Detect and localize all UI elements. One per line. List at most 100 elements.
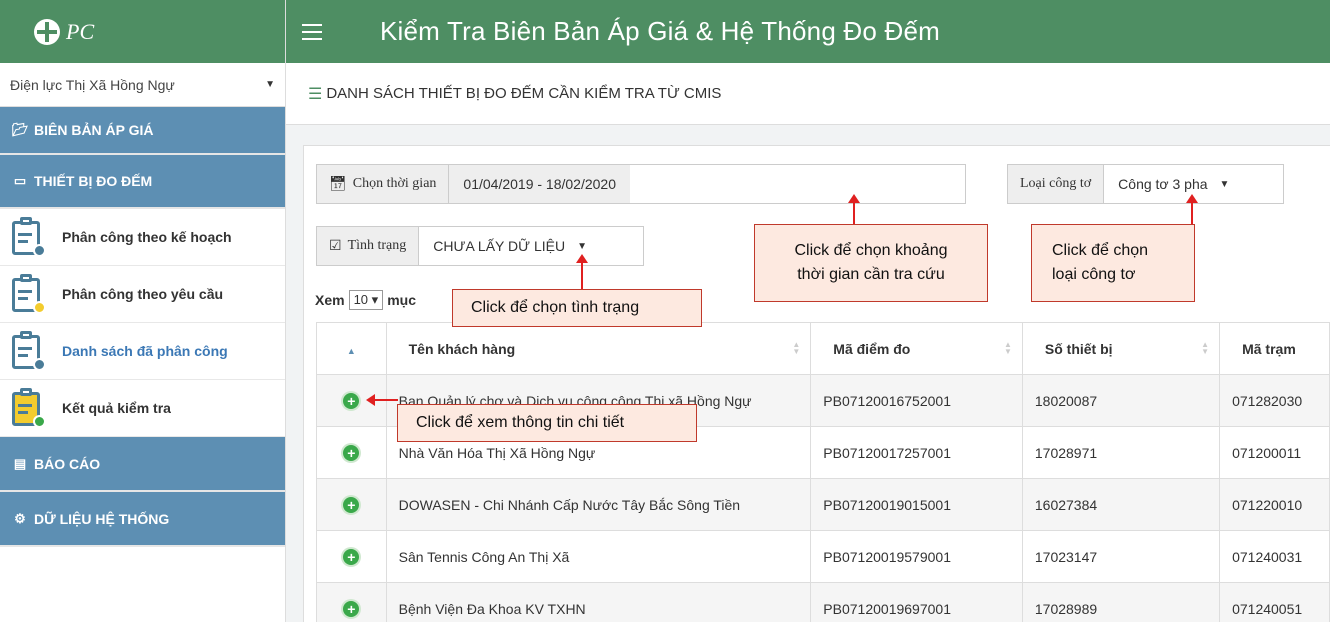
sidebar-item-ket-qua-kiem-tra[interactable]: Kết quả kiểm tra (0, 380, 285, 437)
sidebar-section-thiet-bi-do-dem[interactable]: ▭ THIẾT BỊ ĐO ĐẾM (0, 155, 285, 209)
expand-plus-icon[interactable]: + (343, 548, 360, 565)
calendar-icon: 📅︎ (329, 176, 347, 192)
sort-icon: ▲ ▼ (1201, 340, 1210, 356)
expand-plus-icon[interactable]: + (343, 496, 360, 513)
meter-type-value: Công tơ 3 pha ▼ (1104, 165, 1244, 203)
list-alt-icon: ▤ (13, 455, 27, 471)
meter-table: ▲ Tên khách hàng ▲ ▼ Mã điểm đo ▲ ▼ Số thiết… (316, 322, 1330, 622)
column-header-label: Mã điểm đo (833, 340, 911, 357)
callout-meter-text-2: loại công tơ (1052, 266, 1136, 283)
sidebar-section-label: DỮ LIỆU HỆ THỐNG (34, 510, 170, 527)
meter-type-value-text: Công tơ 3 pha (1118, 176, 1208, 192)
customer-name-cell: Sân Tennis Công An Thị Xã (385, 530, 812, 583)
time-range-picker[interactable]: 📅︎ Chọn thời gian 01/04/2019 - 18/02/202… (316, 164, 966, 204)
station-cell: 071220010 (1219, 478, 1330, 531)
laptop-icon: ▭ (13, 173, 27, 188)
station-cell: 071240031 (1219, 530, 1330, 583)
arrow-up-icon (848, 194, 860, 224)
sidebar-item-label: Phân công theo kế hoạch (62, 229, 232, 245)
clipboard-user-icon (10, 274, 46, 314)
sort-icon: ▲ ▼ (792, 340, 801, 356)
column-header-expand[interactable]: ▲ (316, 322, 387, 375)
column-header-label: Mã trạm (1242, 340, 1296, 357)
arrow-up-icon (1186, 194, 1198, 224)
unit-select[interactable]: Điện lực Thị Xã Hồng Ngự ▼ (0, 63, 285, 107)
meter-point-cell: PB07120016752001 (810, 374, 1023, 427)
entries-per-page: Xem 10 ▾ mục (315, 290, 416, 310)
callout-meter-text-1: Click để chọn (1052, 242, 1149, 259)
time-range-value: 01/04/2019 - 18/02/2020 (449, 165, 630, 203)
meter-type-select[interactable]: Loại công tơ Công tơ 3 pha ▼ (1007, 164, 1284, 204)
brand-name: PC (66, 18, 95, 44)
status-label: ☑ Tình trạng (317, 227, 420, 265)
expand-cell[interactable]: + (316, 478, 387, 531)
expand-cell[interactable]: + (316, 530, 387, 583)
expand-cell[interactable]: + (316, 426, 387, 479)
hamburger-menu-icon[interactable] (302, 23, 322, 40)
list-icon: ☰ (308, 85, 323, 103)
sidebar-item-label: Kết quả kiểm tra (62, 400, 171, 416)
callout-meter-type: Click để chọn loại công tơ (1031, 224, 1195, 302)
meter-point-cell: PB07120019015001 (810, 478, 1023, 531)
time-range-label: 📅︎ Chọn thời gian (317, 165, 450, 203)
device-no-cell: 18020087 (1021, 374, 1221, 427)
section-heading: ☰ DANH SÁCH THIẾT BỊ ĐO ĐẾM CẦN KIỂM TRA… (286, 63, 1330, 125)
sidebar-section-label: BIÊN BẢN ÁP GIÁ (34, 122, 154, 138)
table-row[interactable]: + DOWASEN - Chi Nhánh Cấp Nước Tây Bắc S… (316, 478, 1330, 531)
status-value-text: CHƯA LẤY DỮ LIỆU (433, 238, 566, 254)
column-header-device-no[interactable]: Số thiết bị ▲ ▼ (1021, 322, 1221, 375)
unit-select-value: Điện lực Thị Xã Hồng Ngự (10, 76, 175, 93)
meter-point-cell: PB07120019697001 (810, 582, 1023, 622)
callout-detail-text: Click để xem thông tin chi tiết (416, 414, 625, 431)
table-header-row: ▲ Tên khách hàng ▲ ▼ Mã điểm đo ▲ ▼ Số thiết… (316, 322, 1330, 375)
meter-point-cell: PB07120019579001 (810, 530, 1023, 583)
folder-open-icon: 📂︎ (12, 122, 29, 137)
customer-name-cell: DOWASEN - Chi Nhánh Cấp Nước Tây Bắc Sôn… (385, 478, 812, 531)
expand-cell[interactable]: + (316, 582, 387, 622)
callout-time-text-2: thời gian cần tra cứu (797, 266, 945, 283)
caret-down-icon: ▼ (265, 79, 275, 90)
cogs-icon: ⚙ (14, 510, 26, 526)
plus-cross-logo-icon (34, 18, 60, 45)
column-header-meter-point[interactable]: Mã điểm đo ▲ ▼ (810, 322, 1023, 375)
table-row[interactable]: + Bệnh Viện Đa Khoa KV TXHN PB0712001969… (316, 582, 1330, 622)
section-heading-text: DANH SÁCH THIẾT BỊ ĐO ĐẾM CẦN KIỂM TRA T… (326, 85, 722, 102)
meter-type-label: Loại công tơ (1008, 165, 1105, 203)
customer-name-cell: Bệnh Viện Đa Khoa KV TXHN (385, 582, 812, 622)
arrow-left-icon (366, 394, 398, 406)
table-row[interactable]: + Sân Tennis Công An Thị Xã PB0712001957… (316, 530, 1330, 583)
expand-plus-icon[interactable]: + (343, 444, 360, 461)
device-no-cell: 17028971 (1021, 426, 1221, 479)
column-header-customer[interactable]: Tên khách hàng ▲ ▼ (385, 322, 812, 375)
column-header-station[interactable]: Mã trạm (1219, 322, 1330, 375)
sort-asc-icon: ▲ (346, 345, 356, 356)
meter-point-cell: PB07120017257001 (810, 426, 1023, 479)
arrow-up-icon (576, 254, 588, 289)
column-header-label: Số thiết bị (1044, 340, 1113, 357)
page-title: Kiểm Tra Biên Bản Áp Giá & Hệ Thống Đo Đ… (380, 16, 940, 46)
column-header-label: Tên khách hàng (408, 340, 516, 357)
sidebar-item-danh-sach-da-phan-cong[interactable]: Danh sách đã phân công (0, 323, 285, 380)
device-no-cell: 17028989 (1021, 582, 1221, 622)
station-cell: 071240051 (1219, 582, 1330, 622)
expand-plus-icon[interactable]: + (343, 600, 360, 617)
device-no-cell: 17023147 (1021, 530, 1221, 583)
time-range-label-text: Chọn thời gian (352, 176, 437, 191)
entries-suffix: mục (387, 292, 416, 308)
entries-select[interactable]: 10 ▾ (348, 290, 384, 310)
sidebar-section-label: THIẾT BỊ ĐO ĐẾM (34, 173, 153, 189)
expand-plus-icon[interactable]: + (343, 392, 360, 409)
status-select[interactable]: ☑ Tình trạng CHƯA LẤY DỮ LIỆU ▼ (316, 226, 644, 266)
sidebar-item-phan-cong-yeu-cau[interactable]: Phân công theo yêu cầu (0, 266, 285, 323)
sidebar-section-du-lieu-he-thong[interactable]: ⚙ DỮ LIỆU HỆ THỐNG (0, 492, 285, 547)
callout-time-range: Click để chọn khoảng thời gian cần tra c… (754, 224, 988, 302)
entries-prefix: Xem (315, 292, 345, 308)
sort-icon: ▲ ▼ (1003, 340, 1012, 356)
sidebar: PC Điện lực Thị Xã Hồng Ngự ▼ 📂︎ BIÊN BẢ… (0, 0, 286, 622)
sidebar-section-bien-ban-ap-gia[interactable]: 📂︎ BIÊN BẢN ÁP GIÁ (0, 107, 285, 155)
sidebar-section-bao-cao[interactable]: ▤ BÁO CÁO (0, 437, 285, 492)
sidebar-item-phan-cong-ke-hoach[interactable]: Phân công theo kế hoạch (0, 209, 285, 266)
brand[interactable]: PC (0, 0, 285, 63)
status-value: CHƯA LẤY DỮ LIỆU ▼ (419, 227, 601, 265)
caret-down-icon: ▼ (577, 240, 587, 252)
